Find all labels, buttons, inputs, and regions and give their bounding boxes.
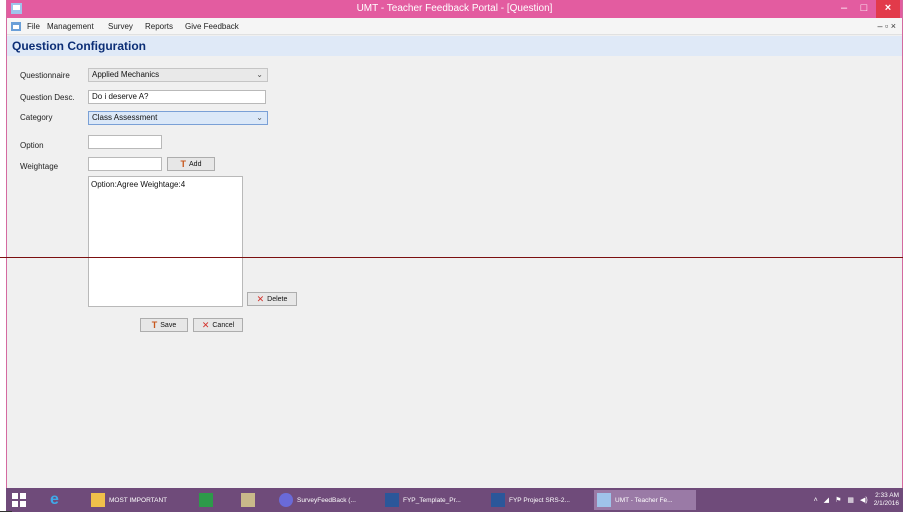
category-value: Class Assessment (92, 113, 158, 122)
weightage-input[interactable] (88, 157, 162, 171)
taskbar-item-label: SurveyFeedBack (... (297, 496, 356, 504)
delete-button-label: Delete (267, 295, 288, 303)
app-icon (597, 493, 611, 507)
signal-icon[interactable]: ◢ (824, 496, 829, 504)
flag-icon[interactable]: ⚑ (835, 496, 841, 504)
store-icon (199, 493, 213, 507)
taskbar-item-tools[interactable] (238, 490, 260, 510)
menu-bar: File Management Survey Reports Give Feed… (7, 18, 902, 35)
windows-start-icon[interactable] (12, 493, 26, 507)
mdi-window-controls[interactable]: – ▫ × (878, 21, 896, 31)
menu-file[interactable]: File (27, 22, 40, 31)
questionnaire-label: Questionnaire (20, 71, 70, 80)
visual-studio-icon (279, 493, 293, 507)
taskbar-item-label: FYP Project SRS-2... (509, 496, 570, 504)
question-desc-label: Question Desc. (20, 93, 75, 102)
volume-icon[interactable]: ◀) (860, 496, 868, 504)
options-list[interactable]: Option:Agree Weightage:4 (88, 176, 243, 307)
page-title: Question Configuration (12, 39, 146, 53)
questionnaire-dropdown[interactable]: Applied Mechanics ⌄ (88, 68, 268, 82)
clock-time: 2:33 AM (875, 492, 899, 499)
add-button[interactable]: T Add (167, 157, 215, 171)
maximize-button[interactable]: □ (854, 0, 874, 18)
add-button-label: Add (189, 160, 202, 168)
menu-give-feedback[interactable]: Give Feedback (185, 22, 239, 31)
taskbar-item-fyp-template[interactable]: FYP_Template_Pr... (382, 490, 482, 510)
app-window: UMT - Teacher Feedback Portal - [Questio… (6, 0, 903, 488)
menu-survey[interactable]: Survey (108, 22, 133, 31)
option-label: Option (20, 141, 44, 150)
taskbar: e MOST IMPORTANT SurveyFeedBack (... FYP… (6, 488, 903, 512)
close-button[interactable]: × (876, 0, 900, 18)
mdi-child-icon[interactable] (11, 22, 21, 31)
question-desc-input[interactable]: Do i deserve A? (88, 90, 266, 104)
chevron-down-icon: ⌄ (256, 70, 263, 79)
taskbar-item-store[interactable] (196, 490, 218, 510)
option-input[interactable] (88, 135, 162, 149)
cancel-button-label: Cancel (212, 321, 235, 329)
form-header: Question Configuration (7, 36, 902, 56)
window-title: UMT - Teacher Feedback Portal - [Questio… (356, 3, 553, 14)
menu-management[interactable]: Management (47, 22, 94, 31)
weightage-label: Weightage (20, 162, 59, 171)
delete-icon: ✕ (256, 293, 265, 304)
cancel-button[interactable]: ✕ Cancel (193, 318, 243, 332)
minimize-button[interactable]: – (834, 0, 854, 18)
delete-button[interactable]: ✕ Delete (247, 292, 297, 306)
category-label: Category (20, 113, 53, 122)
network-icon[interactable]: ▦ (847, 496, 854, 504)
title-bar[interactable]: UMT - Teacher Feedback Portal - [Questio… (7, 0, 902, 18)
chevron-down-icon: ⌄ (256, 113, 263, 122)
taskbar-item-fyp-project-srs[interactable]: FYP Project SRS-2... (488, 490, 588, 510)
list-item[interactable]: Option:Agree Weightage:4 (91, 180, 240, 189)
word-icon (385, 493, 399, 507)
add-icon: T (180, 159, 187, 169)
bottom-edge-line (0, 511, 12, 512)
save-icon: T (151, 320, 158, 330)
clock[interactable]: 2:33 AM 2/1/2016 (874, 492, 899, 508)
questionnaire-value: Applied Mechanics (92, 70, 160, 79)
taskbar-item-label: UMT - Teacher Fe... (615, 496, 673, 504)
clock-date: 2/1/2016 (873, 500, 899, 507)
taskbar-item-surveyfeedback[interactable]: SurveyFeedBack (... (276, 490, 376, 510)
taskbar-item-umt-teacher[interactable]: UMT - Teacher Fe... (594, 490, 696, 510)
taskbar-item-most-important[interactable]: MOST IMPORTANT (88, 490, 186, 510)
tray-chevron-icon[interactable]: ˄ (814, 497, 818, 504)
taskbar-item-label: FYP_Template_Pr... (403, 496, 461, 504)
form-content: Questionnaire Applied Mechanics ⌄ Questi… (7, 56, 902, 484)
separator-line (0, 257, 903, 258)
save-button[interactable]: T Save (140, 318, 188, 332)
system-tray: ˄ ◢ ⚑ ▦ ◀) 2:33 AM 2/1/2016 (814, 488, 899, 512)
menu-reports[interactable]: Reports (145, 22, 173, 31)
taskbar-item-label: MOST IMPORTANT (109, 496, 168, 504)
tools-icon (241, 493, 255, 507)
save-button-label: Save (160, 321, 177, 329)
internet-explorer-icon[interactable]: e (50, 491, 59, 509)
cancel-icon: ✕ (201, 319, 210, 330)
folder-icon (91, 493, 105, 507)
category-dropdown[interactable]: Class Assessment ⌄ (88, 111, 268, 125)
word-icon (491, 493, 505, 507)
